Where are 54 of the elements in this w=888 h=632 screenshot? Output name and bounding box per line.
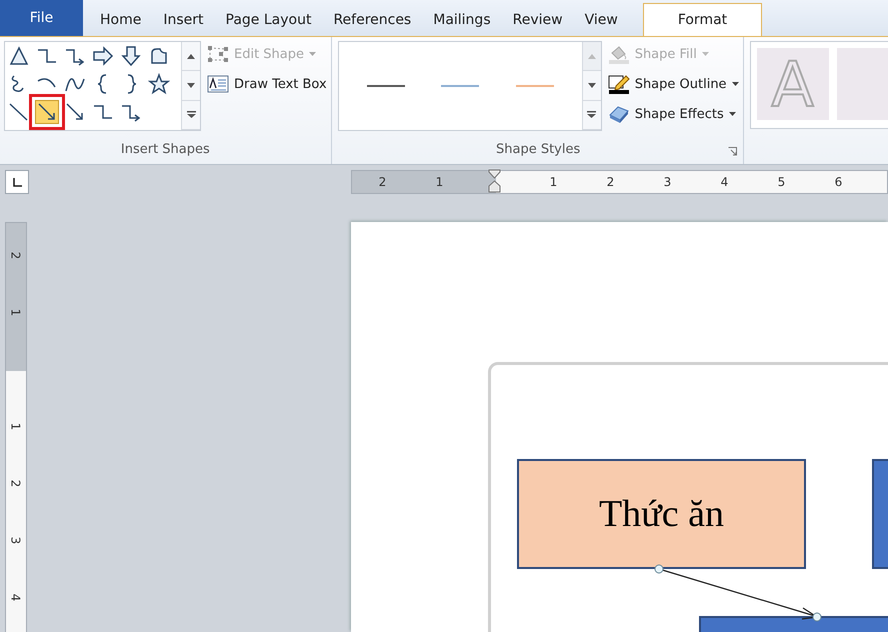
more-icon[interactable]	[582, 100, 601, 130]
ribbon-tab[interactable]: Insert	[152, 3, 214, 36]
ribbon-tab[interactable]: References	[322, 3, 422, 36]
caret-icon	[309, 52, 316, 56]
star-icon[interactable]	[147, 72, 171, 96]
pencil-icon	[608, 74, 630, 94]
shape-outline-button[interactable]: Shape Outline	[608, 73, 739, 95]
triangle-icon[interactable]	[7, 44, 31, 68]
ruler-number: 1	[8, 422, 24, 430]
text-box-icon	[207, 75, 229, 93]
caret-icon	[732, 82, 739, 86]
scroll-up-icon[interactable]	[182, 42, 200, 72]
ribbon-tab[interactable]: Mailings	[422, 3, 502, 36]
ruler-number: 3	[662, 174, 672, 191]
more-icon[interactable]	[182, 100, 200, 130]
ruler-number: 4	[8, 594, 24, 602]
caret-icon	[728, 112, 736, 116]
line-style-swatch[interactable]	[441, 85, 480, 87]
dialog-launcher-icon[interactable]	[728, 147, 737, 156]
ruler-number: 4	[720, 174, 730, 191]
ruler-number: 2	[8, 480, 24, 488]
group-label: Insert Shapes	[120, 142, 211, 159]
group-label: Shape Styles	[494, 142, 582, 159]
scroll-down-icon[interactable]	[582, 71, 601, 101]
line-style-swatch[interactable]	[366, 85, 405, 87]
caret-icon	[702, 52, 709, 56]
ribbon-tab[interactable]: Format	[642, 3, 762, 36]
draw-text-box-button[interactable]: Draw Text Box	[207, 73, 327, 95]
tab-stop-selector-icon[interactable]	[5, 170, 29, 194]
ruler-number: 1	[8, 308, 24, 316]
ruler-number: 1	[434, 174, 444, 191]
ruler-number: 2	[378, 174, 388, 191]
ruler-number: 6	[834, 174, 844, 191]
connector-arrow[interactable]	[654, 564, 822, 622]
shape-effects-button[interactable]: Shape Effects	[608, 103, 739, 125]
down-arrow-icon[interactable]	[119, 44, 143, 68]
ruler-number: 2	[606, 174, 616, 191]
ruler-number: 1	[548, 174, 558, 191]
ribbon-tab[interactable]: Review	[502, 3, 574, 36]
effects-icon	[608, 104, 630, 124]
ruler-number: 5	[776, 174, 786, 191]
ruler-number: 3	[8, 536, 24, 544]
ruler-number: 2	[8, 252, 24, 260]
ribbon-tab[interactable]: File	[0, 0, 83, 36]
ribbon-tab[interactable]: Home	[89, 3, 152, 36]
diagram-box: Thức ăn	[517, 459, 806, 569]
line-style-swatch[interactable]	[516, 85, 554, 87]
edit-points-icon	[207, 45, 229, 63]
ribbon-tab[interactable]: View	[574, 3, 629, 36]
paint-bucket-icon	[608, 44, 630, 64]
ribbon-tab[interactable]: Page Layout	[214, 3, 322, 36]
scroll-down-icon[interactable]	[182, 71, 200, 101]
indent-marker-icon[interactable]	[488, 169, 501, 193]
right-arrow-icon[interactable]	[91, 44, 115, 68]
